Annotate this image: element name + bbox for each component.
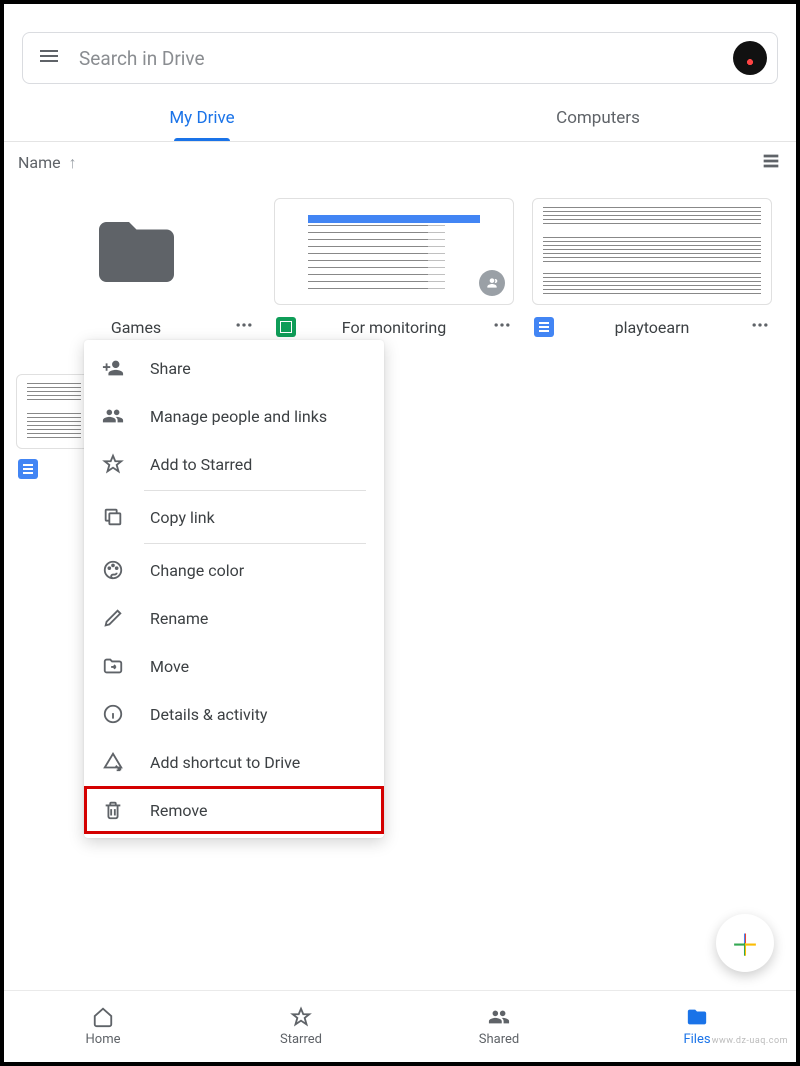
menu-manage[interactable]: Manage people and links — [84, 392, 384, 440]
menu-icon[interactable] — [37, 44, 61, 72]
tab-label: My Drive — [169, 108, 234, 128]
nav-label: Shared — [479, 1032, 519, 1047]
search-placeholder: Search in Drive — [79, 47, 733, 70]
info-icon — [102, 703, 124, 725]
file-caption: playtoearn — [532, 305, 772, 339]
menu-move[interactable]: Move — [84, 642, 384, 690]
docs-icon — [534, 317, 554, 337]
menu-label: Change color — [150, 561, 244, 580]
person-add-icon — [102, 357, 124, 379]
sort-label: Name — [18, 153, 61, 172]
drive-shortcut-icon — [102, 751, 124, 773]
menu-copy-link[interactable]: Copy link — [84, 493, 384, 541]
tab-my-drive[interactable]: My Drive — [4, 94, 400, 141]
sort-row: Name ↑ — [18, 150, 782, 176]
menu-label: Add shortcut to Drive — [150, 753, 300, 772]
menu-label: Details & activity — [150, 705, 268, 724]
sort-button[interactable]: Name ↑ — [18, 153, 77, 173]
nav-label: Home — [86, 1032, 121, 1047]
file-caption — [16, 449, 92, 479]
nav-shared[interactable]: Shared — [400, 991, 598, 1062]
file-card-monitoring[interactable]: For monitoring — [274, 198, 514, 339]
file-card-partial[interactable] — [16, 374, 92, 479]
star-icon — [102, 453, 124, 475]
nav-files[interactable]: Files — [598, 991, 796, 1062]
doc-thumbnail — [532, 198, 772, 305]
doc-thumbnail — [16, 374, 92, 449]
menu-label: Copy link — [150, 508, 215, 527]
nav-home[interactable]: Home — [4, 991, 202, 1062]
menu-remove[interactable]: Remove — [84, 786, 384, 834]
view-list-icon[interactable] — [760, 150, 782, 176]
menu-label: Remove — [150, 801, 208, 820]
plus-icon: ＋ — [730, 921, 760, 965]
drive-tabs: My Drive Computers — [4, 94, 796, 142]
menu-label: Share — [150, 359, 191, 378]
menu-label: Rename — [150, 609, 208, 628]
menu-rename[interactable]: Rename — [84, 594, 384, 642]
nav-label: Starred — [280, 1032, 322, 1047]
menu-shortcut[interactable]: Add shortcut to Drive — [84, 738, 384, 786]
menu-label: Add to Starred — [150, 455, 252, 474]
search-bar[interactable]: Search in Drive — [22, 32, 778, 84]
sheets-icon — [276, 317, 296, 337]
shared-icon — [479, 270, 505, 296]
user-avatar[interactable] — [733, 41, 767, 75]
file-name: For monitoring — [308, 318, 480, 337]
file-name: Games — [50, 318, 222, 337]
context-menu: Share Manage people and links Add to Sta… — [84, 340, 384, 838]
create-fab[interactable]: ＋ — [716, 914, 774, 972]
more-icon[interactable] — [234, 315, 254, 339]
folder-move-icon — [102, 655, 124, 677]
menu-share[interactable]: Share — [84, 344, 384, 392]
more-icon[interactable] — [492, 315, 512, 339]
menu-label: Move — [150, 657, 189, 676]
more-icon[interactable] — [750, 315, 770, 339]
trash-icon — [102, 799, 124, 821]
arrow-up-icon: ↑ — [69, 153, 77, 172]
file-name: playtoearn — [566, 318, 738, 337]
people-icon — [102, 405, 124, 427]
folder-thumbnail — [16, 198, 256, 305]
tab-computers[interactable]: Computers — [400, 94, 796, 141]
menu-label: Manage people and links — [150, 407, 327, 426]
bottom-nav: Home Starred Shared Files — [4, 990, 796, 1062]
copy-icon — [102, 506, 124, 528]
file-grid: Games For monitoring playtoearn — [16, 198, 784, 339]
tab-label: Computers — [556, 108, 640, 128]
file-caption: Games — [16, 305, 256, 339]
menu-star[interactable]: Add to Starred — [84, 440, 384, 488]
folder-card-games[interactable]: Games — [16, 198, 256, 339]
file-caption: For monitoring — [274, 305, 514, 339]
sheet-thumbnail — [274, 198, 514, 305]
menu-change-color[interactable]: Change color — [84, 546, 384, 594]
palette-icon — [102, 559, 124, 581]
nav-starred[interactable]: Starred — [202, 991, 400, 1062]
watermark: www.dz-uaq.com — [712, 1036, 788, 1046]
menu-details[interactable]: Details & activity — [84, 690, 384, 738]
nav-label: Files — [683, 1032, 710, 1047]
docs-icon — [18, 459, 38, 479]
file-card-playtoearn[interactable]: playtoearn — [532, 198, 772, 339]
pencil-icon — [102, 607, 124, 629]
